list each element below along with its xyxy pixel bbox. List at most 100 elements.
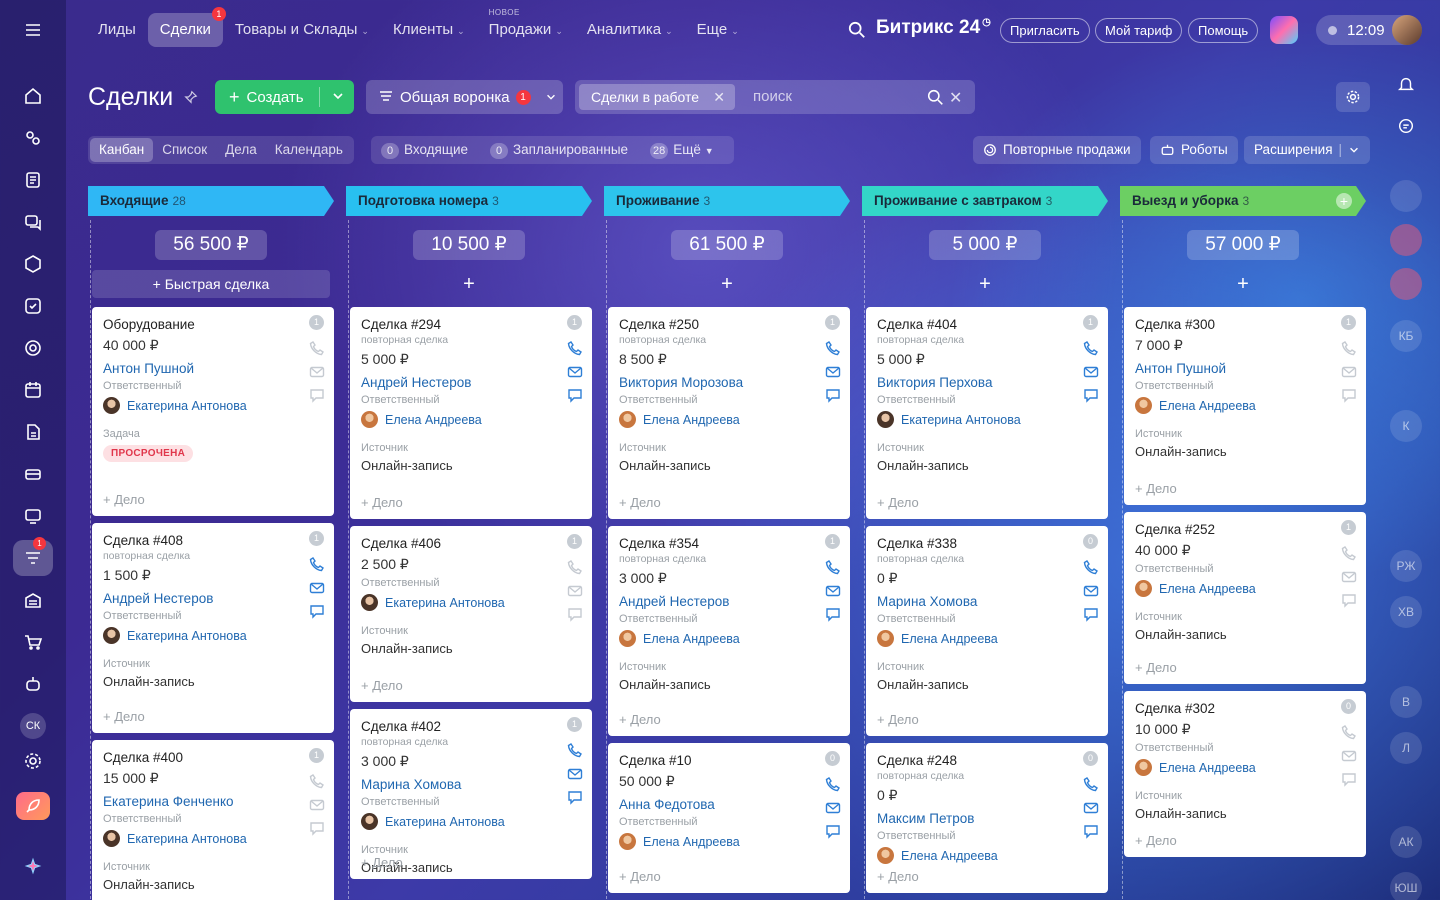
column-header[interactable]: Подготовка номера 3 <box>346 186 592 216</box>
mail-icon[interactable] <box>567 766 583 782</box>
copilot-star-icon[interactable] <box>13 848 53 884</box>
add-activity-link[interactable]: + Дело <box>877 712 919 727</box>
rail-contact[interactable]: ЮШ <box>1390 872 1422 900</box>
rail-contact[interactable]: В <box>1390 686 1422 718</box>
responsible-name[interactable]: Елена Андреева <box>385 413 482 427</box>
mail-icon[interactable] <box>309 364 325 380</box>
deal-client-link[interactable]: Антон Пушной <box>1135 361 1356 376</box>
add-activity-link[interactable]: + Дело <box>619 712 661 727</box>
deal-client-link[interactable]: Антон Пушной <box>103 361 324 376</box>
phone-icon[interactable] <box>1341 545 1357 561</box>
deal-client-link[interactable]: Максим Петров <box>877 811 1098 826</box>
deal-client-link[interactable]: Андрей Нестеров <box>619 594 840 609</box>
column-header[interactable]: Входящие 28 <box>88 186 334 216</box>
drive-icon[interactable] <box>13 414 53 450</box>
add-activity-link[interactable]: + Дело <box>619 869 661 884</box>
chat-icon[interactable] <box>567 387 583 403</box>
search-icon[interactable] <box>848 21 866 39</box>
mail-icon[interactable] <box>309 797 325 813</box>
phone-icon[interactable] <box>567 559 583 575</box>
chat-icon[interactable] <box>309 603 325 619</box>
chat-icon[interactable] <box>1083 606 1099 622</box>
add-activity-link[interactable]: + Дело <box>361 678 403 693</box>
video-icon[interactable] <box>1390 224 1422 256</box>
deal-title[interactable]: Сделка #408 <box>103 533 324 548</box>
responsible-name[interactable]: Елена Андреева <box>643 413 740 427</box>
shop-cart-icon[interactable] <box>13 624 53 660</box>
menu-icon[interactable] <box>13 12 53 48</box>
phone-icon[interactable] <box>1083 340 1099 356</box>
add-activity-link[interactable]: + Дело <box>361 495 403 510</box>
chat-icon[interactable] <box>309 387 325 403</box>
phone-icon[interactable] <box>825 340 841 356</box>
funnel-selector[interactable]: Общая воронка 1 <box>366 80 563 114</box>
deal-client-link[interactable]: Андрей Нестеров <box>361 375 582 390</box>
deal-card[interactable]: Сделка #248 повторная сделка 0 ₽ Максим Пет… <box>866 743 1108 893</box>
apps-icon[interactable] <box>13 246 53 282</box>
responsible-name[interactable]: Елена Андреева <box>901 849 998 863</box>
rocket-icon[interactable] <box>13 788 53 824</box>
phone-icon[interactable] <box>567 742 583 758</box>
phone-icon[interactable] <box>309 556 325 572</box>
responsible-name[interactable]: Екатерина Антонова <box>127 832 247 846</box>
clear-icon[interactable]: ✕ <box>949 88 962 108</box>
repeat-sales-button[interactable]: Повторные продажи <box>973 136 1141 164</box>
deal-card[interactable]: Сделка #406 2 500 ₽ Ответственный Екатерина… <box>350 526 592 702</box>
add-activity-link[interactable]: + Дело <box>1135 660 1177 675</box>
deal-title[interactable]: Сделка #302 <box>1135 701 1356 716</box>
deal-title[interactable]: Сделка #252 <box>1135 522 1356 537</box>
add-activity-link[interactable]: + Дело <box>361 855 403 870</box>
deal-card[interactable]: Оборудование 40 000 ₽ Антон Пушной Ответств… <box>92 307 334 516</box>
counter-incoming[interactable]: 0 Входящие <box>381 142 468 159</box>
tasks-icon[interactable] <box>13 288 53 324</box>
deal-title[interactable]: Сделка #294 <box>361 317 582 332</box>
responsible-name[interactable]: Екатерина Антонова <box>127 399 247 413</box>
nav-item-2[interactable]: Товары и Склады ⌄ <box>223 13 381 47</box>
mail-icon[interactable] <box>1083 583 1099 599</box>
mail-icon[interactable] <box>825 583 841 599</box>
deal-client-link[interactable]: Марина Хомова <box>361 777 582 792</box>
view-tab-0[interactable]: Канбан <box>90 138 154 162</box>
column-header[interactable]: Проживание 3 <box>604 186 850 216</box>
user-avatar[interactable] <box>1392 15 1422 45</box>
search-input[interactable]: поиск <box>753 88 792 105</box>
document-icon[interactable] <box>13 162 53 198</box>
inventory-icon[interactable] <box>13 582 53 618</box>
deal-card[interactable]: Сделка #338 повторная сделка 0 ₽ Марина Хом… <box>866 526 1108 736</box>
add-activity-link[interactable]: + Дело <box>1135 833 1177 848</box>
view-tab-3[interactable]: Календарь <box>266 138 352 162</box>
rail-contact[interactable]: РЖ <box>1390 550 1422 582</box>
add-activity-link[interactable]: + Дело <box>1135 481 1177 496</box>
add-deal-plus-button[interactable]: + <box>1120 270 1366 298</box>
deal-card[interactable]: Сделка #402 повторная сделка 3 000 ₽ Марина… <box>350 709 592 879</box>
add-deal-plus-button[interactable]: + <box>862 270 1108 298</box>
chat-icon[interactable] <box>1083 823 1099 839</box>
invite-button[interactable]: Пригласить <box>1000 18 1090 43</box>
deal-title[interactable]: Сделка #400 <box>103 750 324 765</box>
chat-icon[interactable] <box>825 823 841 839</box>
deal-title[interactable]: Сделка #10 <box>619 753 840 768</box>
deal-title[interactable]: Сделка #402 <box>361 719 582 734</box>
mail-icon[interactable] <box>825 364 841 380</box>
deal-card[interactable]: Сделка #408 повторная сделка 1 500 ₽ Андрей… <box>92 523 334 733</box>
chevron-down-icon[interactable] <box>331 89 345 103</box>
mail-icon[interactable] <box>1083 800 1099 816</box>
bell-icon[interactable] <box>1390 68 1422 100</box>
deal-card[interactable]: Сделка #302 10 000 ₽ Ответственный Елена Ан… <box>1124 691 1366 857</box>
robot-icon[interactable] <box>13 666 53 702</box>
deal-client-link[interactable]: Андрей Нестеров <box>103 591 324 606</box>
chat-icon[interactable] <box>1341 771 1357 787</box>
filter-chip[interactable]: Сделки в работе ✕ <box>579 84 735 110</box>
groups-icon[interactable] <box>13 330 53 366</box>
phone-icon[interactable] <box>567 340 583 356</box>
crm-funnel-icon[interactable]: 1 <box>13 537 53 576</box>
help-button[interactable]: Помощь <box>1188 18 1259 43</box>
deal-title[interactable]: Сделка #338 <box>877 536 1098 551</box>
phone-icon[interactable] <box>1083 776 1099 792</box>
mail-icon[interactable] <box>309 580 325 596</box>
responsible-name[interactable]: Екатерина Антонова <box>385 596 505 610</box>
chat-icon[interactable] <box>1341 387 1357 403</box>
rail-contact[interactable]: ХВ <box>1390 596 1422 628</box>
mail-icon[interactable] <box>567 583 583 599</box>
sites-icon[interactable] <box>13 498 53 534</box>
